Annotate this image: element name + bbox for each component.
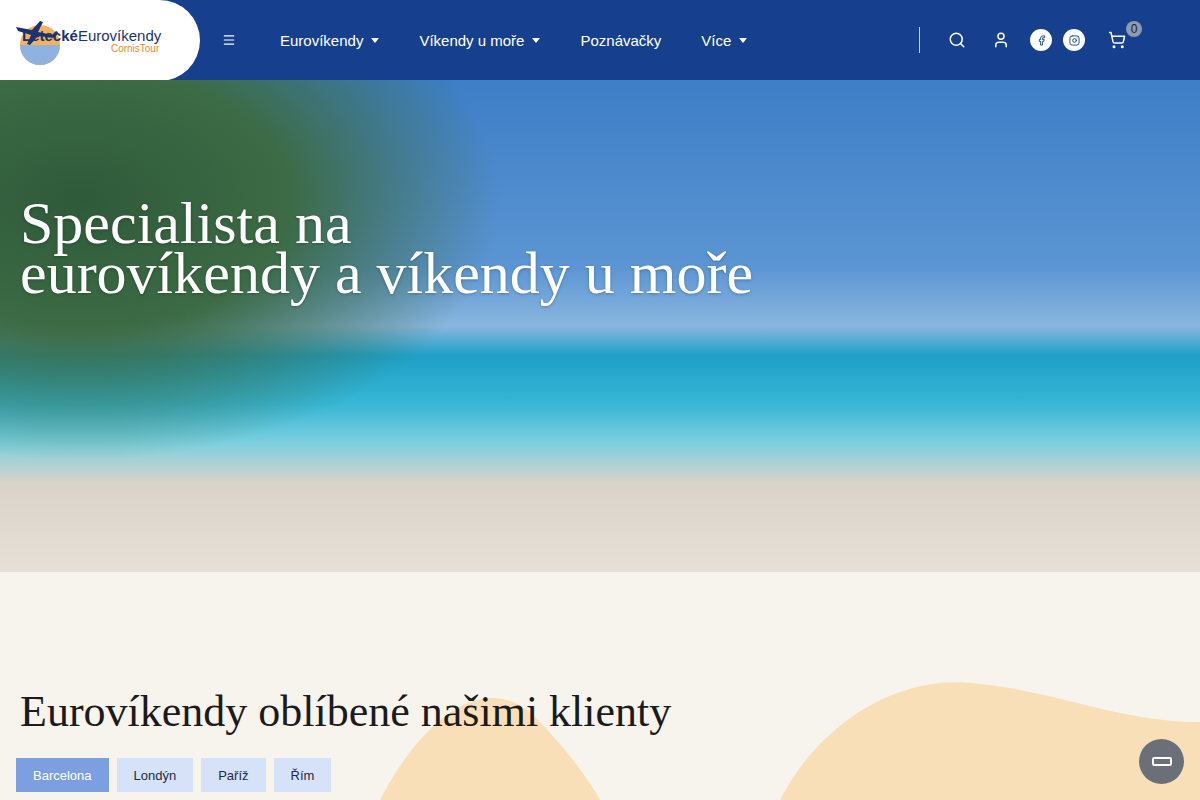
cart-icon[interactable]: 0 — [1108, 31, 1126, 49]
nav-item[interactable]: Víkendy u moře — [419, 32, 540, 49]
hero-title: Specialista naeurovíkendy a víkendy u mo… — [20, 198, 1180, 298]
nav-item[interactable]: Více — [701, 32, 747, 49]
hero: Specialista naeurovíkendy a víkendy u mo… — [0, 80, 1200, 572]
destination-tab[interactable]: Paříž — [201, 758, 265, 792]
menu-icon[interactable] — [222, 33, 236, 47]
page: LeteckéEurovíkendyCornisTour Eurovíkendy V… — [0, 0, 1200, 800]
chat-icon — [1152, 757, 1172, 766]
destination-tabs: BarcelonaLondýnPaříž Řím — [16, 758, 1184, 792]
nav-item[interactable]: Eurovíkendy — [280, 32, 379, 49]
logo[interactable]: LeteckéEurovíkendyCornisTour — [0, 0, 200, 81]
caret-icon — [532, 38, 540, 43]
logo-subtitle: CornisTour — [111, 43, 159, 54]
chat-button[interactable] — [1139, 739, 1184, 784]
logo-title: LeteckéEurovíkendy — [22, 27, 161, 44]
instagram-icon[interactable] — [1063, 29, 1085, 51]
destination-tab[interactable]: Řím — [274, 758, 332, 792]
popular-section: Eurovíkendy oblíbené našimi klienty Barce… — [0, 572, 1200, 800]
destination-tab[interactable]: Londýn — [117, 758, 194, 792]
caret-icon — [371, 38, 379, 43]
search-icon[interactable] — [948, 31, 966, 49]
main-nav: Eurovíkendy Víkendy u moře Poznávačky Více — [280, 32, 747, 49]
divider — [919, 27, 920, 53]
user-icon[interactable] — [992, 31, 1010, 49]
destination-tab[interactable]: Barcelona — [16, 758, 109, 792]
header: LeteckéEurovíkendyCornisTour Eurovíkendy V… — [0, 0, 1200, 80]
nav-item[interactable]: Poznávačky — [580, 32, 661, 49]
facebook-icon[interactable] — [1030, 29, 1052, 51]
caret-icon — [739, 38, 747, 43]
section-heading: Eurovíkendy oblíbené našimi klienty — [20, 686, 1184, 738]
cart-badge: 0 — [1126, 21, 1142, 37]
